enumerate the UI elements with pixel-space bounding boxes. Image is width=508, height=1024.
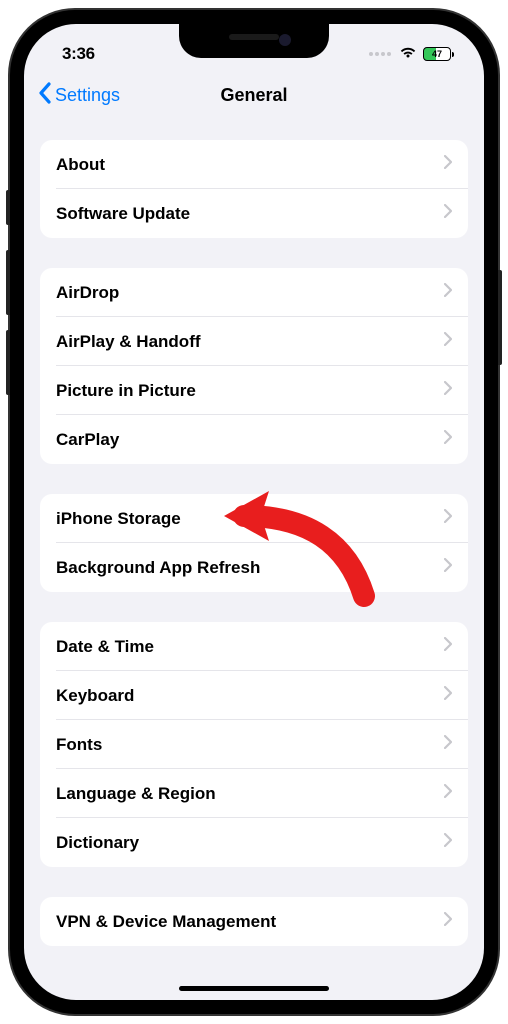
wifi-icon: [399, 45, 417, 64]
row-date-time[interactable]: Date & Time: [40, 622, 468, 671]
carrier-dots: [369, 52, 391, 56]
row-background-app-refresh[interactable]: Background App Refresh: [40, 543, 468, 592]
row-vpn-device-management[interactable]: VPN & Device Management: [40, 897, 468, 946]
chevron-left-icon: [38, 82, 51, 109]
row-label: About: [56, 155, 105, 175]
row-software-update[interactable]: Software Update: [40, 189, 468, 238]
row-label: VPN & Device Management: [56, 912, 276, 932]
chevron-right-icon: [444, 637, 452, 656]
row-label: Language & Region: [56, 784, 216, 804]
content[interactable]: About Software Update AirDrop AirPlay & …: [24, 122, 484, 1000]
row-airplay-handoff[interactable]: AirPlay & Handoff: [40, 317, 468, 366]
notch: [179, 24, 329, 58]
nav-header: Settings General: [24, 74, 484, 122]
speaker: [229, 34, 279, 40]
status-time: 3:36: [62, 44, 95, 64]
chevron-right-icon: [444, 332, 452, 351]
row-carplay[interactable]: CarPlay: [40, 415, 468, 464]
row-picture-in-picture[interactable]: Picture in Picture: [40, 366, 468, 415]
row-about[interactable]: About: [40, 140, 468, 189]
row-label: Date & Time: [56, 637, 154, 657]
chevron-right-icon: [444, 784, 452, 803]
status-right: 47: [369, 45, 454, 64]
settings-group: VPN & Device Management: [40, 897, 468, 946]
row-label: Fonts: [56, 735, 102, 755]
settings-group: iPhone Storage Background App Refresh: [40, 494, 468, 592]
row-label: Keyboard: [56, 686, 134, 706]
chevron-right-icon: [444, 204, 452, 223]
screen: 3:36 47 Settings: [24, 24, 484, 1000]
row-label: AirPlay & Handoff: [56, 332, 201, 352]
row-label: Background App Refresh: [56, 558, 260, 578]
phone-frame: 3:36 47 Settings: [10, 10, 498, 1014]
chevron-right-icon: [444, 381, 452, 400]
back-label: Settings: [55, 85, 120, 106]
chevron-right-icon: [444, 558, 452, 577]
page-title: General: [220, 85, 287, 106]
row-keyboard[interactable]: Keyboard: [40, 671, 468, 720]
chevron-right-icon: [444, 686, 452, 705]
chevron-right-icon: [444, 735, 452, 754]
mute-switch: [6, 190, 10, 225]
row-iphone-storage[interactable]: iPhone Storage: [40, 494, 468, 543]
settings-group: About Software Update: [40, 140, 468, 238]
row-label: Picture in Picture: [56, 381, 196, 401]
chevron-right-icon: [444, 509, 452, 528]
row-fonts[interactable]: Fonts: [40, 720, 468, 769]
chevron-right-icon: [444, 283, 452, 302]
chevron-right-icon: [444, 912, 452, 931]
chevron-right-icon: [444, 430, 452, 449]
row-label: CarPlay: [56, 430, 119, 450]
battery-icon: 47: [423, 47, 454, 61]
back-button[interactable]: Settings: [38, 82, 120, 109]
row-label: Dictionary: [56, 833, 139, 853]
row-dictionary[interactable]: Dictionary: [40, 818, 468, 867]
row-label: Software Update: [56, 204, 190, 224]
front-camera: [279, 34, 291, 46]
home-indicator[interactable]: [179, 986, 329, 991]
row-label: iPhone Storage: [56, 509, 181, 529]
volume-up-button: [6, 250, 10, 315]
power-button: [498, 270, 502, 365]
chevron-right-icon: [444, 833, 452, 852]
row-airdrop[interactable]: AirDrop: [40, 268, 468, 317]
row-language-region[interactable]: Language & Region: [40, 769, 468, 818]
battery-level: 47: [432, 49, 442, 59]
chevron-right-icon: [444, 155, 452, 174]
settings-group: AirDrop AirPlay & Handoff Picture in Pic…: [40, 268, 468, 464]
settings-group: Date & Time Keyboard Fonts Language & Re…: [40, 622, 468, 867]
row-label: AirDrop: [56, 283, 119, 303]
volume-down-button: [6, 330, 10, 395]
